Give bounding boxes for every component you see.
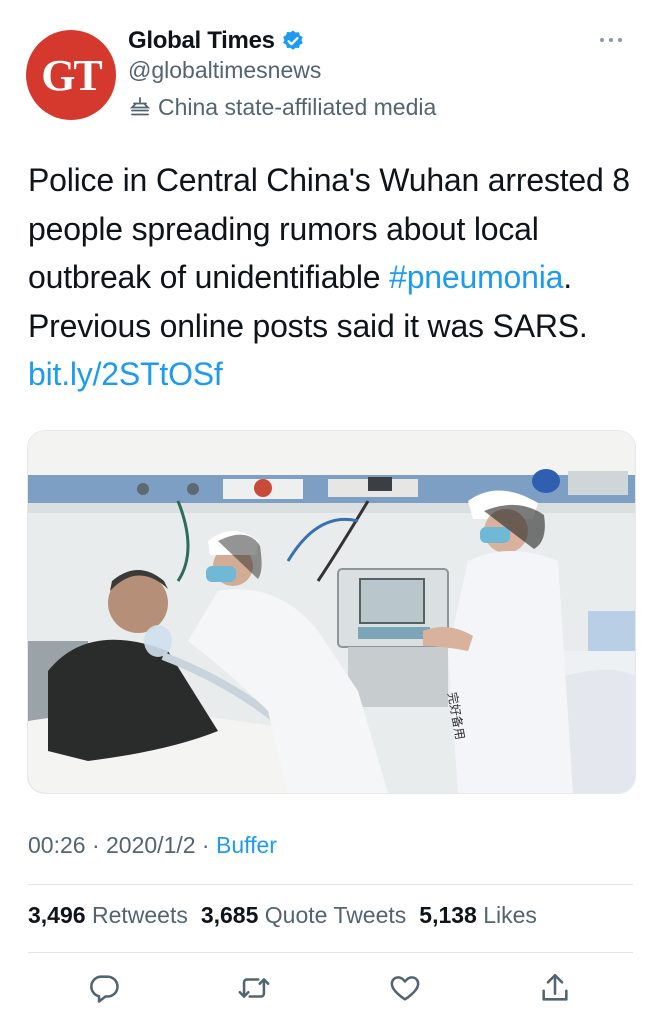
avatar-logo-text: GT	[41, 50, 103, 100]
verified-badge-icon	[282, 30, 303, 50]
share-icon	[542, 973, 568, 1001]
state-affiliation-label[interactable]: China state-affiliated media	[128, 92, 436, 122]
retweets-stat[interactable]: 3,496 Retweets	[28, 902, 188, 929]
retweets-count: 3,496	[28, 902, 86, 928]
likes-label: Likes	[483, 902, 537, 928]
like-icon	[390, 976, 420, 1001]
likes-count: 5,138	[419, 902, 477, 928]
tweet-date[interactable]: 2020/1/2	[106, 832, 196, 858]
quote-tweets-stat[interactable]: 3,685 Quote Tweets	[201, 902, 406, 929]
quote-tweets-count: 3,685	[200, 902, 259, 928]
hospital-photo-illustration: 完好备用	[28, 431, 635, 793]
hashtag-link[interactable]: #pneumonia	[389, 259, 563, 295]
tweet-meta: 00:26 · 2020/1/2 · Buffer	[28, 832, 277, 859]
affiliation-text: China state-affiliated media	[158, 93, 437, 120]
likes-stat[interactable]: 5,138 Likes	[419, 902, 537, 929]
author-name[interactable]: Global Times	[128, 27, 275, 55]
avatar[interactable]: GT	[26, 30, 116, 120]
retweets-label: Retweets	[91, 902, 188, 928]
retweet-button[interactable]	[234, 968, 274, 1008]
reply-icon	[90, 975, 119, 1003]
share-button[interactable]	[535, 968, 575, 1008]
tweet-actions	[0, 968, 661, 1012]
tweet-text: Police in Central China's Wuhan arrested…	[28, 156, 640, 399]
meta-separator: ·	[85, 832, 107, 858]
meta-separator: ·	[195, 832, 216, 858]
state-media-flag-icon	[129, 97, 151, 116]
tweet-time[interactable]: 00:26	[28, 832, 86, 858]
url-link[interactable]: bit.ly/2STtOSf	[28, 356, 223, 392]
quote-tweets-label: Quote Tweets	[264, 902, 407, 928]
engagement-stats: 3,496 Retweets 3,685 Quote Tweets 5,138 …	[28, 902, 537, 929]
tweet-source[interactable]: Buffer	[216, 832, 277, 858]
divider	[28, 884, 633, 885]
author-handle[interactable]: @globaltimesnews	[128, 57, 321, 84]
more-options-icon[interactable]	[600, 33, 636, 47]
author-name-row[interactable]: Global Times	[128, 24, 305, 58]
reply-button[interactable]	[84, 968, 124, 1008]
like-button[interactable]	[385, 968, 425, 1008]
retweet-icon	[238, 978, 270, 998]
tweet-photo[interactable]: 完好备用	[27, 430, 636, 794]
divider	[28, 952, 633, 953]
